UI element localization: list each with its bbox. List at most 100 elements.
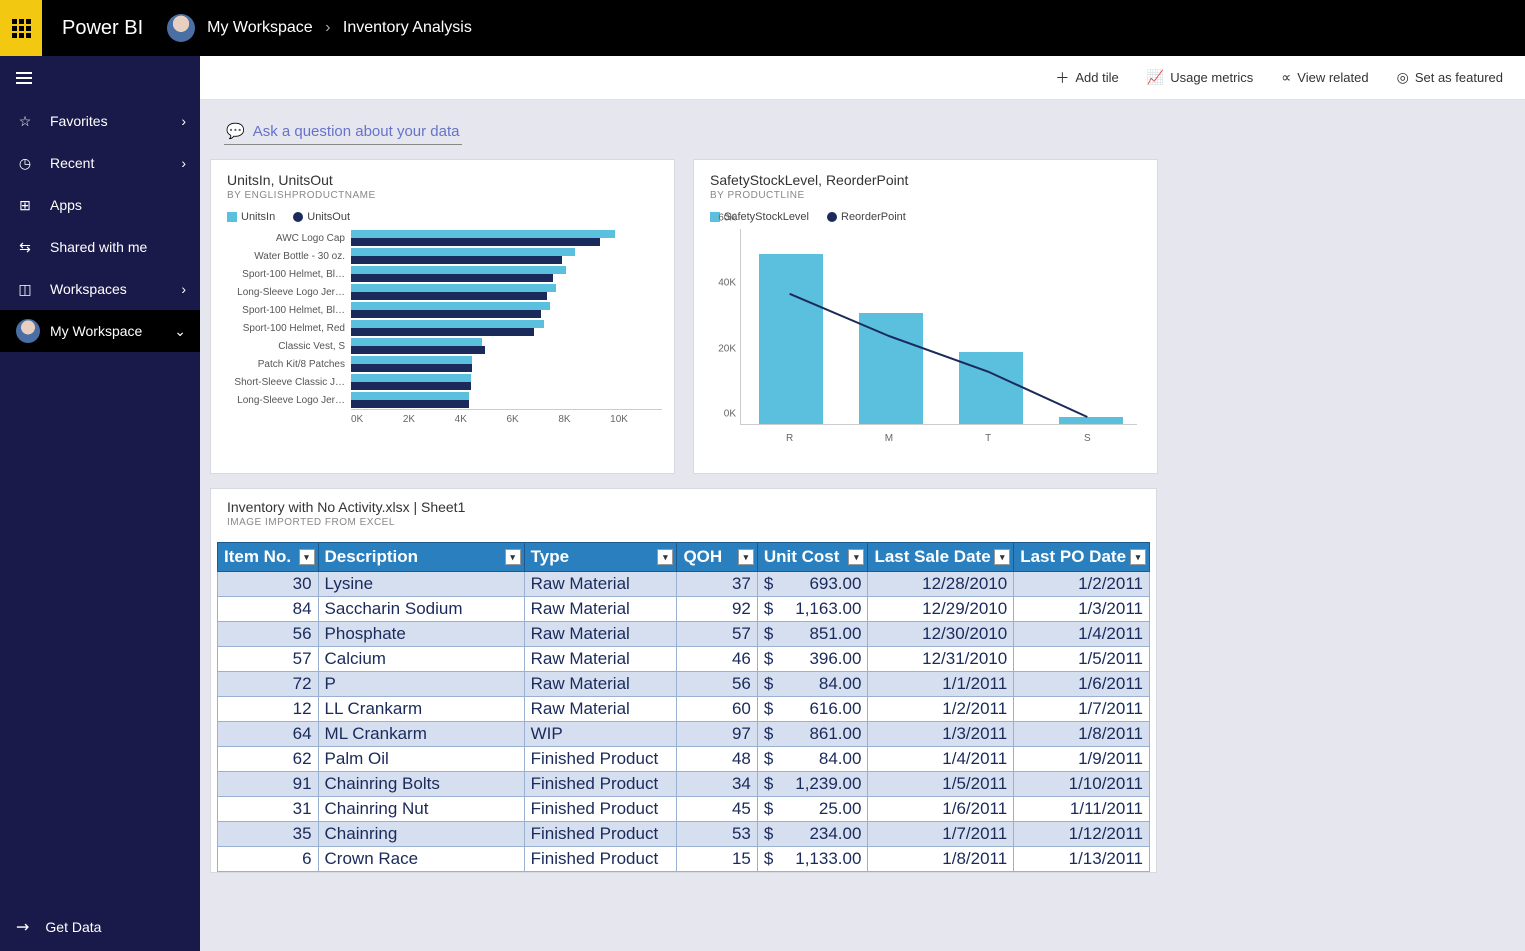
sidebar-item-recent[interactable]: ◷ Recent › [0, 142, 200, 184]
table-cell: 12/28/2010 [868, 572, 1014, 597]
bar-category-label: Water Bottle - 30 oz. [223, 251, 351, 262]
tile-safety-stock[interactable]: SafetyStockLevel, ReorderPoint BY PRODUC… [693, 159, 1158, 474]
table-header[interactable]: Last PO Date▾ [1014, 543, 1150, 572]
table-cell: 1/10/2011 [1014, 772, 1150, 797]
bar-segment [351, 302, 550, 310]
filter-dropdown-icon[interactable]: ▾ [505, 549, 521, 565]
table-cell: 34 [677, 772, 757, 797]
usage-metrics-button[interactable]: 📈 Usage metrics [1147, 69, 1254, 86]
sidebar-item-workspaces[interactable]: ◫ Workspaces › [0, 268, 200, 310]
share-icon: ⇆ [16, 239, 34, 256]
axis-tick: 60K [718, 213, 736, 224]
breadcrumb-page[interactable]: Inventory Analysis [343, 19, 472, 36]
bar-segment [351, 338, 482, 346]
arrow-icon: ↗ [11, 915, 35, 939]
filter-dropdown-icon[interactable]: ▾ [848, 549, 864, 565]
table-cell: 1/8/2011 [868, 847, 1014, 872]
bar-segment [351, 310, 541, 318]
table-cell: $851.00 [757, 622, 868, 647]
table-cell: Finished Product [524, 772, 677, 797]
bar-segment [351, 292, 547, 300]
table-cell: Finished Product [524, 822, 677, 847]
table-cell: 57 [677, 622, 757, 647]
bar-segment [351, 274, 553, 282]
sidebar-item-label: Get Data [45, 919, 101, 935]
add-tile-button[interactable]: ＋ Add tile [1055, 68, 1118, 88]
top-header: Power BI My Workspace › Inventory Analys… [0, 0, 1525, 56]
sidebar-item-shared[interactable]: ⇆ Shared with me [0, 226, 200, 268]
table-cell: Raw Material [524, 672, 677, 697]
table-cell: 1/5/2011 [868, 772, 1014, 797]
bar-segment [351, 248, 575, 256]
axis-tick: 8K [558, 414, 610, 425]
breadcrumb-workspace[interactable]: My Workspace [207, 19, 313, 36]
table-cell: $84.00 [757, 747, 868, 772]
table-header[interactable]: Item No.▾ [218, 543, 319, 572]
sidebar-item-apps[interactable]: ⊞ Apps [0, 184, 200, 226]
table-cell: ML Crankarm [318, 722, 524, 747]
table-cell: P [318, 672, 524, 697]
table-header[interactable]: Type▾ [524, 543, 677, 572]
bar-segment [351, 400, 469, 408]
sidebar-item-my-workspace[interactable]: My Workspace ⌄ [0, 310, 200, 352]
table-cell: $1,163.00 [757, 597, 868, 622]
table-cell: $234.00 [757, 822, 868, 847]
table-cell: 1/11/2011 [1014, 797, 1150, 822]
table-header[interactable]: Last Sale Date▾ [868, 543, 1014, 572]
table-cell: 64 [218, 722, 319, 747]
table-row: 56PhosphateRaw Material57$851.0012/30/20… [218, 622, 1150, 647]
bar-category-label: Sport-100 Helmet, Bl… [223, 305, 351, 316]
table-cell: 1/3/2011 [868, 722, 1014, 747]
bar-segment [351, 364, 472, 372]
filter-dropdown-icon[interactable]: ▾ [994, 549, 1010, 565]
axis-tick: 10K [610, 414, 662, 425]
legend-swatch-icon [293, 212, 303, 222]
filter-dropdown-icon[interactable]: ▾ [1130, 549, 1146, 565]
table-cell: 60 [677, 697, 757, 722]
filter-dropdown-icon[interactable]: ▾ [299, 549, 315, 565]
hamburger-icon [16, 72, 32, 84]
table-row: 30LysineRaw Material37$693.0012/28/20101… [218, 572, 1150, 597]
sidebar-item-get-data[interactable]: ↗ Get Data [0, 903, 200, 951]
user-avatar-icon[interactable] [167, 14, 195, 42]
sidebar-toggle-button[interactable] [0, 56, 200, 100]
filter-dropdown-icon[interactable]: ▾ [738, 549, 754, 565]
table-cell: Finished Product [524, 797, 677, 822]
bar-segment [351, 284, 556, 292]
bar-category-label: Long-Sleeve Logo Jer… [223, 287, 351, 298]
star-icon: ☆ [16, 113, 34, 130]
table-header[interactable]: Description▾ [318, 543, 524, 572]
table-cell: 35 [218, 822, 319, 847]
bar-category-label: Long-Sleeve Logo Jer… [223, 395, 351, 406]
table-header[interactable]: QOH▾ [677, 543, 757, 572]
tile-excel-inventory[interactable]: Inventory with No Activity.xlsx | Sheet1… [210, 488, 1157, 873]
table-cell: 1/7/2011 [1014, 697, 1150, 722]
axis-tick: 20K [718, 343, 736, 354]
column-bar [1059, 417, 1123, 424]
brand-label: Power BI [62, 17, 143, 40]
qa-input[interactable]: 💬 Ask a question about your data [224, 118, 462, 145]
table-cell: 1/13/2011 [1014, 847, 1150, 872]
view-related-button[interactable]: ∝ View related [1281, 69, 1368, 86]
sidebar-item-favorites[interactable]: ☆ Favorites › [0, 100, 200, 142]
table-header[interactable]: Unit Cost▾ [757, 543, 868, 572]
tile-title: Inventory with No Activity.xlsx | Sheet1 [227, 499, 1140, 515]
table-cell: 46 [677, 647, 757, 672]
table-cell: 1/1/2011 [868, 672, 1014, 697]
clock-icon: ◷ [16, 155, 34, 172]
column-bar [959, 352, 1023, 424]
table-cell: 12/30/2010 [868, 622, 1014, 647]
bar-segment [351, 320, 544, 328]
axis-tick: S [1038, 429, 1137, 449]
tile-units[interactable]: UnitsIn, UnitsOut BY ENGLISHPRODUCTNAME … [210, 159, 675, 474]
bar-segment [351, 256, 562, 264]
app-launcher-button[interactable] [0, 0, 42, 56]
set-featured-button[interactable]: ◎ Set as featured [1397, 69, 1503, 86]
table-cell: 1/2/2011 [1014, 572, 1150, 597]
tile-subtitle: IMAGE IMPORTED FROM EXCEL [227, 517, 1140, 528]
table-cell: 1/5/2011 [1014, 647, 1150, 672]
filter-dropdown-icon[interactable]: ▾ [657, 549, 673, 565]
table-cell: 1/9/2011 [1014, 747, 1150, 772]
table-cell: 15 [677, 847, 757, 872]
table-cell: 1/3/2011 [1014, 597, 1150, 622]
